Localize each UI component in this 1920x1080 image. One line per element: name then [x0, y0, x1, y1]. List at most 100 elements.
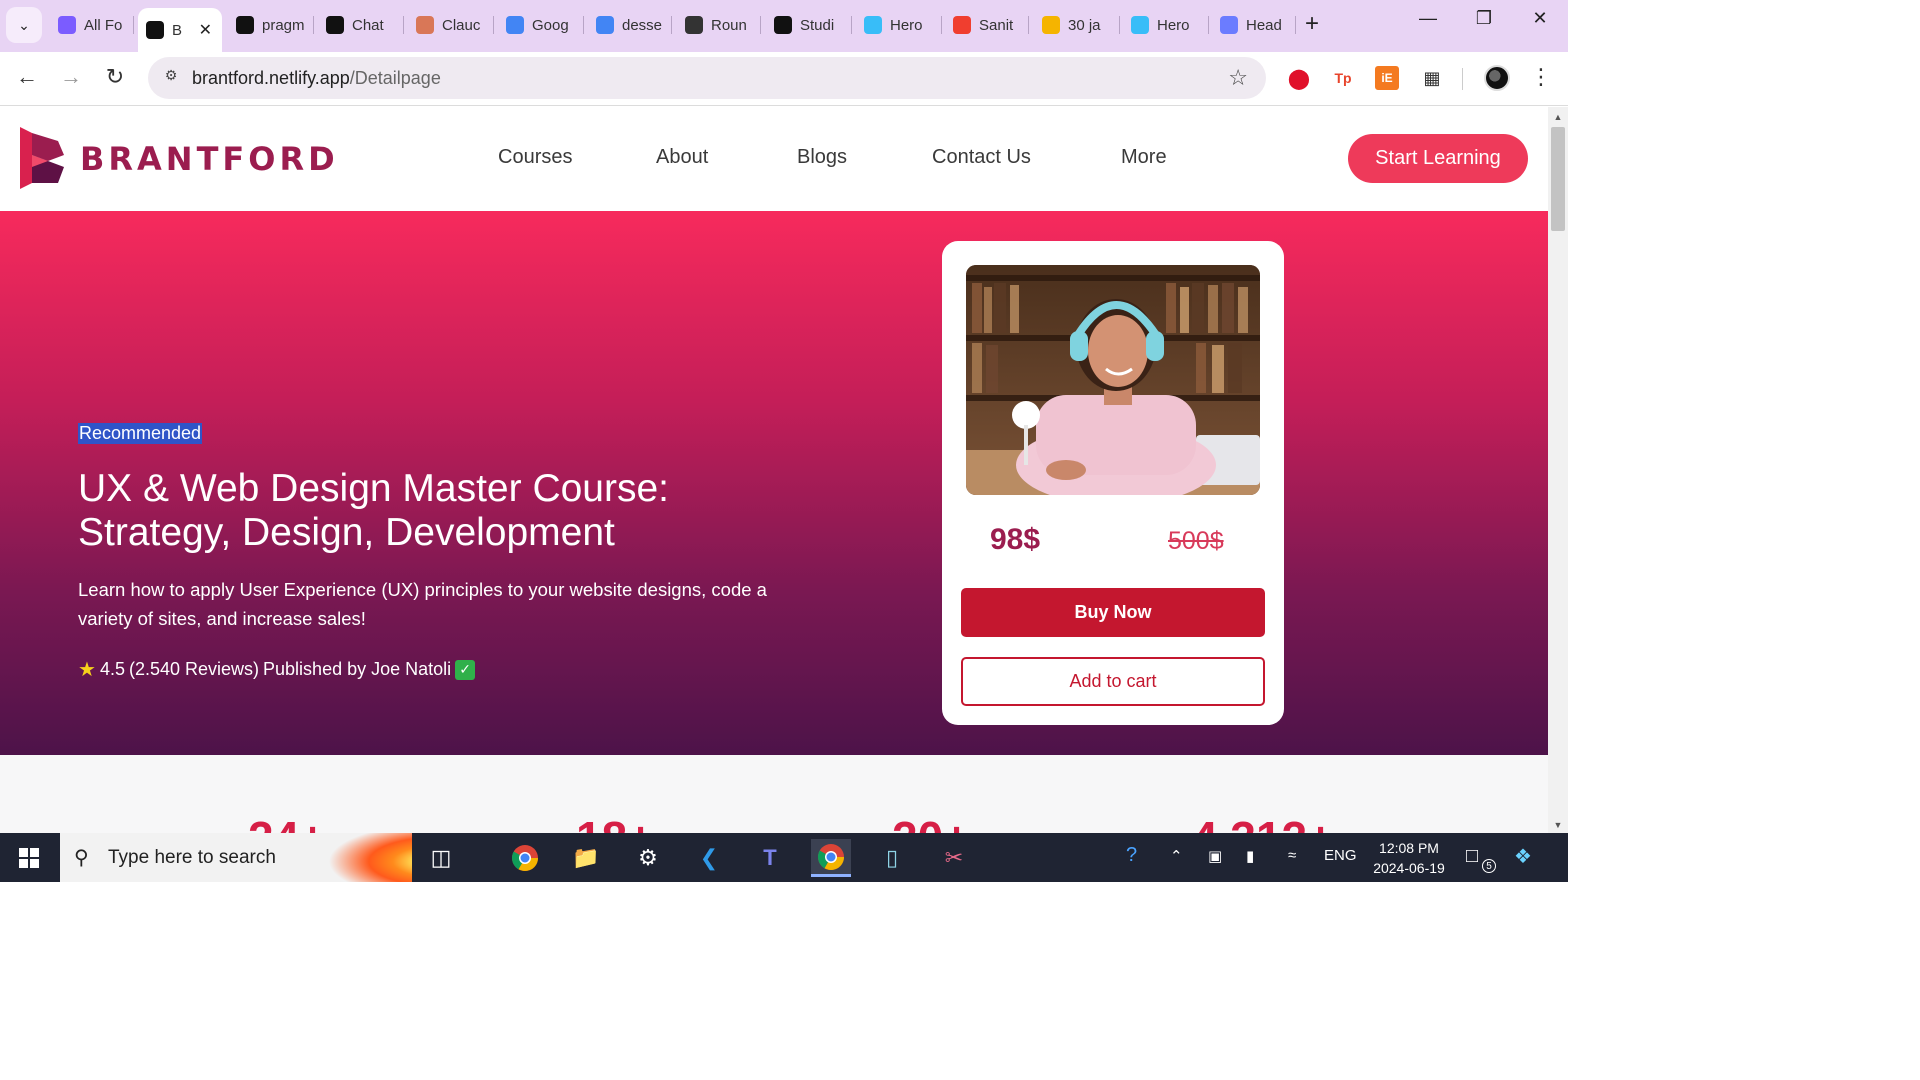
- language-indicator[interactable]: ENG: [1324, 847, 1357, 864]
- back-button[interactable]: ←: [12, 64, 42, 90]
- globe-icon: [685, 16, 703, 34]
- tab-divider: [851, 16, 852, 34]
- browser-tab[interactable]: desse: [588, 8, 672, 42]
- nav-more[interactable]: More: [1121, 146, 1167, 169]
- browser-tab[interactable]: Clauc: [408, 8, 494, 42]
- claude-icon: [416, 16, 434, 34]
- page-scrollbar[interactable]: ▲ ▼: [1548, 107, 1568, 833]
- browser-tab[interactable]: Hero: [1123, 8, 1209, 42]
- brand-wordmark[interactable]: BRANTFORD: [80, 140, 339, 178]
- tab-title: Chat: [352, 16, 384, 34]
- taskbar-clock[interactable]: 12:08 PM 2024-06-19: [1366, 838, 1452, 878]
- tab-title: Clauc: [442, 16, 481, 34]
- tab-title: All Fo: [84, 16, 123, 34]
- windows-logo-icon: [19, 847, 39, 868]
- address-bar[interactable]: ⚙ brantford.netlify.app/Detailpage ☆: [148, 57, 1266, 99]
- settings-gear-icon[interactable]: ⚙: [628, 839, 668, 877]
- chrome-taskbar-icon[interactable]: [505, 839, 545, 877]
- tab-divider: [1119, 16, 1120, 34]
- taskbar-search[interactable]: ⚲ Type here to search: [60, 833, 412, 882]
- scroll-up-arrow-icon[interactable]: ▲: [1548, 109, 1568, 125]
- tab-title: desse: [622, 16, 663, 34]
- scroll-down-arrow-icon[interactable]: ▼: [1548, 817, 1568, 833]
- purchase-card: 98$ 500$ Buy Now Add to cart: [942, 241, 1284, 725]
- show-hidden-icons-chevron-icon[interactable]: ⌃: [1170, 847, 1183, 865]
- tab-title: Studi: [800, 16, 835, 34]
- tp-extension-icon[interactable]: Tp: [1331, 66, 1355, 90]
- netlify-icon: [146, 21, 164, 39]
- browser-tab[interactable]: pragm: [228, 8, 314, 42]
- forward-button[interactable]: →: [56, 64, 86, 90]
- browser-menu-icon[interactable]: ⋮: [1530, 64, 1552, 90]
- copilot-icon[interactable]: ❖: [1514, 844, 1532, 869]
- tab-title: Roun: [711, 16, 747, 34]
- tailwind-icon: [864, 16, 882, 34]
- url-text[interactable]: brantford.netlify.app/Detailpage: [192, 68, 441, 89]
- site-info-icon[interactable]: ⚙: [160, 67, 182, 89]
- browser-tab[interactable]: Sanit: [945, 8, 1029, 42]
- tab-divider: [760, 16, 761, 34]
- notification-center-icon[interactable]: □ 5: [1466, 845, 1496, 873]
- add-to-cart-button[interactable]: Add to cart: [961, 657, 1265, 706]
- tab-title: pragm: [262, 16, 305, 34]
- current-price: 98$: [990, 523, 1041, 556]
- vscode-icon[interactable]: ❮: [689, 839, 729, 877]
- search-highlight-graphic: [328, 833, 412, 882]
- browser-tab[interactable]: Goog: [498, 8, 584, 42]
- tab-search-button[interactable]: ⌄: [6, 7, 42, 43]
- buy-now-button[interactable]: Buy Now: [961, 588, 1265, 637]
- nav-about[interactable]: About: [656, 146, 708, 169]
- restore-button[interactable]: ❐: [1464, 8, 1504, 29]
- ie-extension-icon[interactable]: iE: [1375, 66, 1399, 90]
- browser-tab[interactable]: Chat: [318, 8, 404, 42]
- minimize-button[interactable]: —: [1408, 8, 1448, 29]
- tailwind-icon: [1131, 16, 1149, 34]
- nav-contact-us[interactable]: Contact Us: [932, 146, 1031, 169]
- help-icon[interactable]: ?: [1126, 844, 1137, 867]
- brantford-logo-icon[interactable]: [18, 125, 66, 191]
- toolbar-divider: [1462, 68, 1463, 90]
- close-window-button[interactable]: ✕: [1520, 8, 1560, 29]
- browser-tab[interactable]: All Fo: [50, 8, 134, 42]
- original-price: 500$: [1168, 527, 1224, 555]
- battery-icon[interactable]: ▮: [1246, 847, 1254, 865]
- chrome-profile-taskbar-icon[interactable]: [811, 839, 851, 877]
- extensions-puzzle-icon[interactable]: ▦: [1420, 66, 1444, 90]
- file-explorer-icon[interactable]: 📁: [566, 839, 606, 877]
- tab-divider: [1028, 16, 1029, 34]
- snipping-tool-icon[interactable]: ✂: [934, 839, 974, 877]
- browser-tab[interactable]: Roun: [677, 8, 761, 42]
- tab-divider: [133, 16, 134, 34]
- nav-courses[interactable]: Courses: [498, 146, 572, 169]
- scroll-thumb[interactable]: [1551, 127, 1565, 231]
- course-meta: ★ 4.5 (2.540 Reviews) Published by Joe N…: [78, 657, 476, 682]
- tab-divider: [1295, 16, 1296, 34]
- url-path: /Detailpage: [349, 68, 441, 88]
- m-icon: [1042, 16, 1060, 34]
- url-host: brantford.netlify.app: [192, 68, 350, 88]
- opera-extension-icon[interactable]: ⬤: [1287, 66, 1311, 90]
- bookmark-star-icon[interactable]: ☆: [1228, 65, 1248, 91]
- browser-tab[interactable]: Hero: [856, 8, 942, 42]
- browser-tab[interactable]: Head: [1212, 8, 1296, 42]
- page-viewport: BRANTFORD Courses About Blogs Contact Us…: [0, 107, 1548, 833]
- close-tab-icon[interactable]: ✕: [199, 20, 212, 40]
- start-learning-button[interactable]: Start Learning: [1348, 134, 1528, 183]
- start-button[interactable]: [0, 833, 58, 882]
- browser-tab[interactable]: B ✕: [138, 8, 222, 52]
- notification-count: 5: [1482, 859, 1496, 873]
- student-headphones-image: [966, 265, 1260, 495]
- display-icon[interactable]: ▣: [1208, 847, 1222, 865]
- wifi-icon[interactable]: ≈: [1288, 847, 1296, 864]
- reload-button[interactable]: ↻: [100, 64, 130, 90]
- new-tab-button[interactable]: +: [1305, 10, 1319, 38]
- browser-tab[interactable]: 30 ja: [1034, 8, 1120, 42]
- task-view-icon[interactable]: ◫: [421, 839, 461, 877]
- profile-avatar[interactable]: [1484, 65, 1510, 91]
- site-header: BRANTFORD Courses About Blogs Contact Us…: [0, 107, 1548, 211]
- nav-blogs[interactable]: Blogs: [797, 146, 847, 169]
- teams-icon[interactable]: T: [750, 839, 790, 877]
- google-icon: [596, 16, 614, 34]
- notepad-icon[interactable]: ▯: [872, 839, 912, 877]
- browser-tab[interactable]: Studi: [766, 8, 852, 42]
